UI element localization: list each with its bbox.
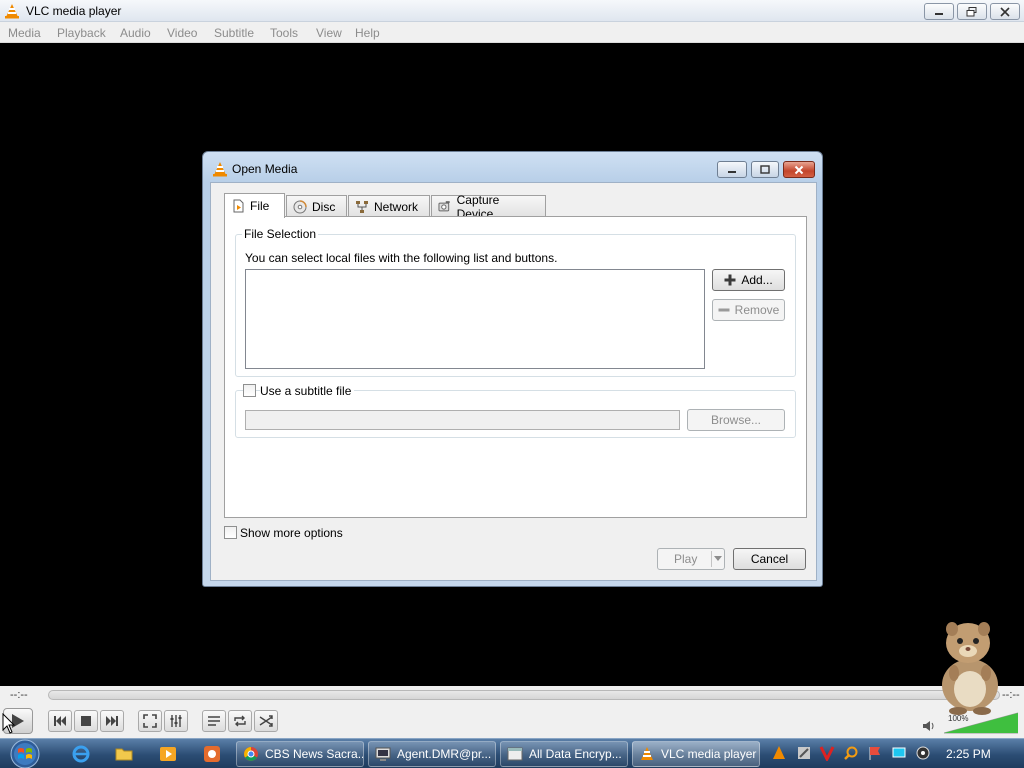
menu-audio[interactable]: Audio [120,26,151,40]
next-icon [106,716,118,726]
dialog-title: Open Media [232,162,298,176]
menu-subtitle[interactable]: Subtitle [214,26,254,40]
close-icon [1000,6,1010,17]
file-tab-panel: File Selection You can select local file… [224,216,807,518]
volume-label: 100% [948,714,969,723]
taskbar-clock: 2:25 PM [946,747,991,761]
mouse-pointer-icon [2,713,16,734]
capture-device-icon [438,200,450,211]
dialog-body: File Disc Network Capture Device File Se… [210,182,817,581]
equalizer-icon [170,715,182,727]
show-more-options-checkbox[interactable] [224,526,237,539]
chrome-icon [244,747,258,761]
maximize-icon [760,164,770,174]
menu-view[interactable]: View [316,26,342,40]
dialog-close-button[interactable] [783,161,815,178]
plus-icon [724,274,736,286]
dialog-minimize-button[interactable] [717,161,747,178]
remote-desktop-icon [375,747,391,761]
vlc-tray-icon[interactable] [771,745,787,761]
menu-bar: Media Playback Audio Video Subtitle Tool… [0,22,1024,43]
close-icon [794,165,804,174]
subtitle-path-field[interactable] [245,410,680,430]
tab-network[interactable]: Network [348,195,430,217]
tools-tray-icon[interactable] [796,745,812,761]
stop-button[interactable] [74,710,98,732]
tab-capture-device[interactable]: Capture Device [431,193,546,221]
taskbar-item-all-data-encryption[interactable]: All Data Encryp... [500,741,628,767]
internet-explorer-icon[interactable] [72,745,90,763]
disc-icon [293,199,307,213]
network-icon [356,200,368,213]
taskbar-item-vlc[interactable]: VLC media player [632,741,760,767]
next-button[interactable] [100,710,124,732]
menu-video[interactable]: Video [167,26,197,40]
minimize-icon [728,170,736,173]
previous-icon [54,716,66,726]
speaker-icon[interactable] [922,720,936,732]
tab-file[interactable]: File [224,193,285,218]
play-split-divider [711,551,712,567]
file-selection-title: File Selection [242,227,319,241]
tab-disc[interactable]: Disc [286,195,347,217]
previous-button[interactable] [48,710,72,732]
minimize-button[interactable] [924,3,954,20]
playlist-icon [208,716,220,726]
loop-icon [234,715,246,727]
minimize-icon [935,12,943,15]
restore-icon [966,6,977,16]
chevron-down-icon[interactable] [714,556,722,562]
file-icon [233,199,244,213]
shuffle-icon [259,715,273,727]
flag-tray-icon[interactable] [867,745,883,761]
menu-playback[interactable]: Playback [57,26,106,40]
start-button[interactable] [6,739,44,768]
taskbar: CBS News Sacra... Agent.DMR@pr... All Da… [0,738,1024,768]
cancel-button[interactable]: Cancel [733,548,806,570]
subtitle-checkbox[interactable] [243,384,256,397]
show-more-options-label: Show more options [240,526,343,540]
seek-slider[interactable] [48,690,1000,700]
fullscreen-button[interactable] [138,710,162,732]
menu-tools[interactable]: Tools [270,26,298,40]
menu-media[interactable]: Media [8,26,41,40]
playback-controls: --:-- --:-- 100% [0,686,1024,738]
subtitle-checkbox-label: Use a subtitle file [260,384,355,398]
file-list[interactable] [245,269,705,369]
volume-tray-icon[interactable] [915,745,931,761]
shuffle-button[interactable] [254,710,278,732]
taskbar-item-remote-desktop[interactable]: Agent.DMR@pr... [368,741,496,767]
fullscreen-icon [143,714,157,728]
playlist-button[interactable] [202,710,226,732]
window-titlebar: VLC media player [0,0,1024,22]
loop-button[interactable] [228,710,252,732]
add-button[interactable]: Add... [712,269,785,291]
vlc-cone-icon [213,162,227,177]
file-selection-description: You can select local files with the foll… [245,251,558,265]
elapsed-time: --:-- [10,689,28,701]
window-icon [507,747,523,761]
media-player-icon[interactable] [159,745,177,763]
antivirus-tray-icon[interactable] [819,745,835,761]
open-media-dialog: Open Media File Disc Network Capture Dev… [202,151,823,587]
hamster-mascot-image [942,622,998,715]
app-launcher-icon[interactable] [203,745,221,763]
window-title: VLC media player [26,4,122,18]
vlc-cone-icon [5,4,19,19]
stop-icon [81,716,91,726]
folder-icon[interactable] [115,745,133,763]
dialog-maximize-button[interactable] [751,161,779,178]
extended-settings-button[interactable] [164,710,188,732]
restore-button[interactable] [957,3,987,20]
search-tray-icon[interactable] [843,745,859,761]
remove-button[interactable]: Remove [712,299,785,321]
taskbar-item-chrome[interactable]: CBS News Sacra... [236,741,364,767]
browse-button[interactable]: Browse... [687,409,785,431]
minus-icon [718,308,730,312]
vlc-cone-icon [641,747,653,760]
menu-help[interactable]: Help [355,26,380,40]
close-button[interactable] [990,3,1020,20]
network-tray-icon[interactable] [891,745,907,761]
